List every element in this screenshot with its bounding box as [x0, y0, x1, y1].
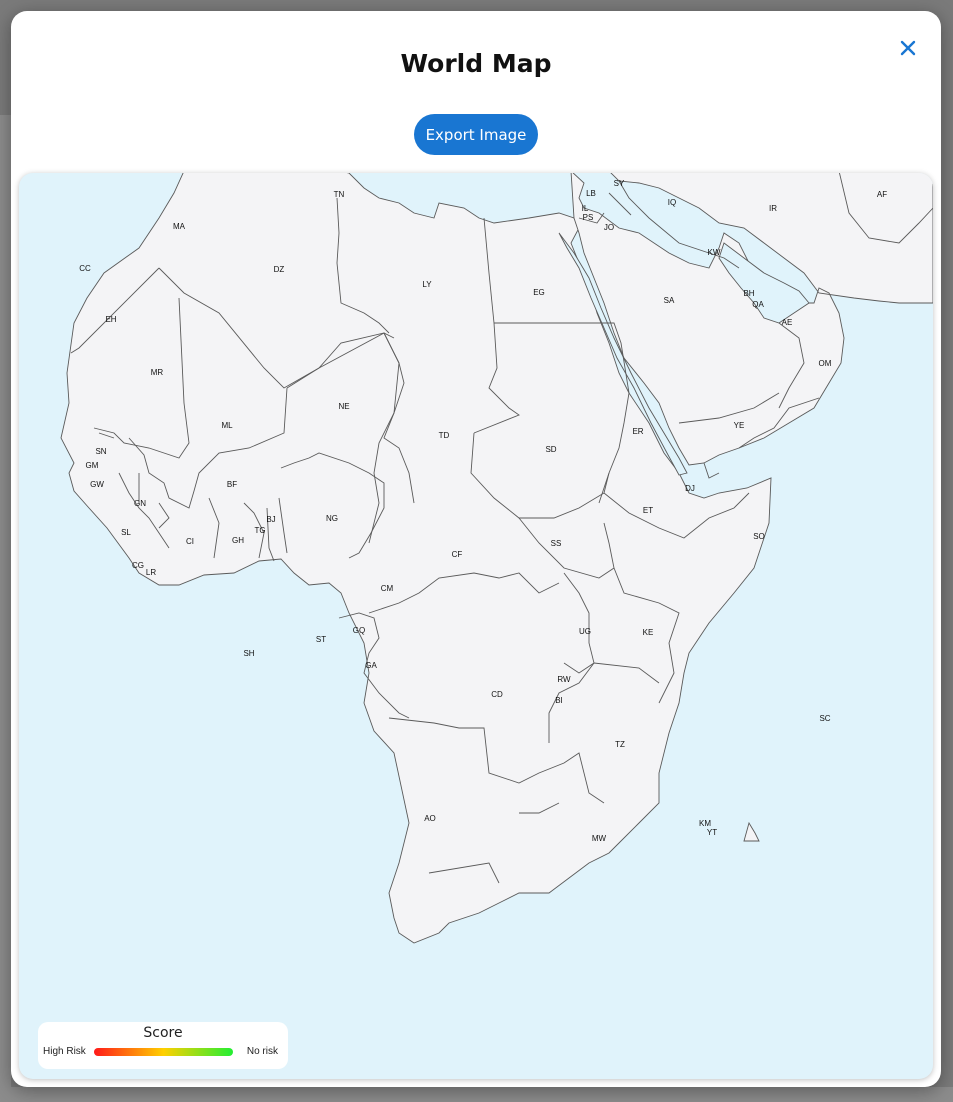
madagascar-tip[interactable]	[743, 821, 760, 842]
map-panel[interactable]: TN MA CC DZ LY EG LB SY IL PS JO IQ IR AF KW SA BH QA AE OM…	[19, 173, 933, 1079]
country-label-sc[interactable]: SC	[819, 714, 830, 723]
country-label-sd[interactable]: SD	[545, 445, 556, 454]
country-label-et[interactable]: ET	[643, 506, 653, 515]
country-label-cf[interactable]: CF	[452, 550, 463, 559]
country-label-ir[interactable]: IR	[769, 204, 777, 213]
country-label-mr[interactable]: MR	[151, 368, 164, 377]
africa-map[interactable]: TN MA CC DZ LY EG LB SY ILPS JO IQ IR AF KW SA BH QA AE OM…	[19, 173, 933, 1079]
country-label-ma[interactable]: MA	[173, 222, 186, 231]
country-label-ne[interactable]: NE	[338, 402, 349, 411]
legend-low-label: High Risk	[43, 1046, 86, 1057]
legend-title: Score	[143, 1025, 183, 1041]
country-label-bi[interactable]: BI	[555, 696, 563, 705]
country-label-eh[interactable]: EH	[105, 315, 116, 324]
country-label-mw[interactable]: MW	[592, 834, 607, 843]
close-button[interactable]	[897, 37, 919, 59]
country-label-ga[interactable]: GA	[365, 661, 377, 670]
country-label-lb[interactable]: LB	[586, 189, 596, 198]
country-label-yt[interactable]: YT	[707, 828, 717, 837]
country-label-ps[interactable]: PS	[583, 213, 594, 222]
country-label-ci[interactable]: CI	[186, 537, 194, 546]
world-map-modal: World Map Export Image TN MA CC DZ LY EG…	[11, 11, 941, 1087]
score-legend: Score High Risk No risk	[38, 1022, 288, 1069]
country-label-bj[interactable]: BJ	[266, 515, 275, 524]
country-label-bh[interactable]: BH	[743, 289, 754, 298]
country-label-ke[interactable]: KE	[643, 628, 654, 637]
country-label-dj[interactable]: DJ	[685, 484, 695, 493]
country-label-cg[interactable]: CG	[132, 561, 144, 570]
country-label-rw[interactable]: RW	[557, 675, 571, 684]
country-label-il[interactable]: IL	[582, 204, 589, 213]
country-label-ss[interactable]: SS	[551, 539, 562, 548]
country-label-ng[interactable]: NG	[326, 514, 338, 523]
country-label-gh[interactable]: GH	[232, 536, 244, 545]
country-label-lr[interactable]: LR	[146, 568, 156, 577]
country-label-jo[interactable]: JO	[604, 223, 614, 232]
country-label-gm[interactable]: GM	[86, 461, 99, 470]
country-label-om[interactable]: OM	[819, 359, 832, 368]
country-label-qa[interactable]: QA	[752, 300, 764, 309]
backdrop-left-strip	[0, 115, 11, 1102]
backdrop-bottom-strip	[0, 1087, 953, 1102]
country-label-st[interactable]: ST	[316, 635, 326, 644]
country-label-tn[interactable]: TN	[334, 190, 345, 199]
export-image-button[interactable]: Export Image	[414, 114, 538, 155]
country-label-kw[interactable]: KW	[708, 248, 721, 257]
legend-gradient-bar	[94, 1048, 233, 1056]
country-label-cd[interactable]: CD	[491, 690, 503, 699]
country-label-er[interactable]: ER	[632, 427, 643, 436]
country-label-tz[interactable]: TZ	[615, 740, 625, 749]
country-label-km[interactable]: KM	[699, 819, 711, 828]
modal-title: World Map	[400, 49, 552, 78]
country-label-td[interactable]: TD	[439, 431, 450, 440]
country-label-sn[interactable]: SN	[95, 447, 106, 456]
country-label-ae[interactable]: AE	[782, 318, 793, 327]
country-label-gn[interactable]: GN	[134, 499, 146, 508]
country-label-sa[interactable]: SA	[664, 296, 675, 305]
legend-high-label: No risk	[246, 1046, 278, 1057]
country-label-tg[interactable]: TG	[254, 526, 265, 535]
country-label-af[interactable]: AF	[877, 190, 887, 199]
country-label-gq[interactable]: GQ	[353, 626, 365, 635]
country-label-dz[interactable]: DZ	[274, 265, 285, 274]
country-label-ye[interactable]: YE	[734, 421, 745, 430]
country-label-cm[interactable]: CM	[381, 584, 394, 593]
country-label-cc[interactable]: CC	[79, 264, 91, 273]
country-label-sh[interactable]: SH	[243, 649, 254, 658]
country-label-bf[interactable]: BF	[227, 480, 237, 489]
country-label-iq[interactable]: IQ	[668, 198, 676, 207]
country-label-gw[interactable]: GW	[90, 480, 104, 489]
country-label-ly[interactable]: LY	[422, 280, 432, 289]
country-label-sy[interactable]: SY	[614, 179, 625, 188]
country-label-eg[interactable]: EG	[533, 288, 545, 297]
country-label-ml[interactable]: ML	[221, 421, 233, 430]
country-label-ug[interactable]: UG	[579, 627, 591, 636]
country-label-sl[interactable]: SL	[121, 528, 131, 537]
country-label-so[interactable]: SO	[753, 532, 765, 541]
country-label-ao[interactable]: AO	[424, 814, 436, 823]
close-icon	[900, 40, 916, 56]
